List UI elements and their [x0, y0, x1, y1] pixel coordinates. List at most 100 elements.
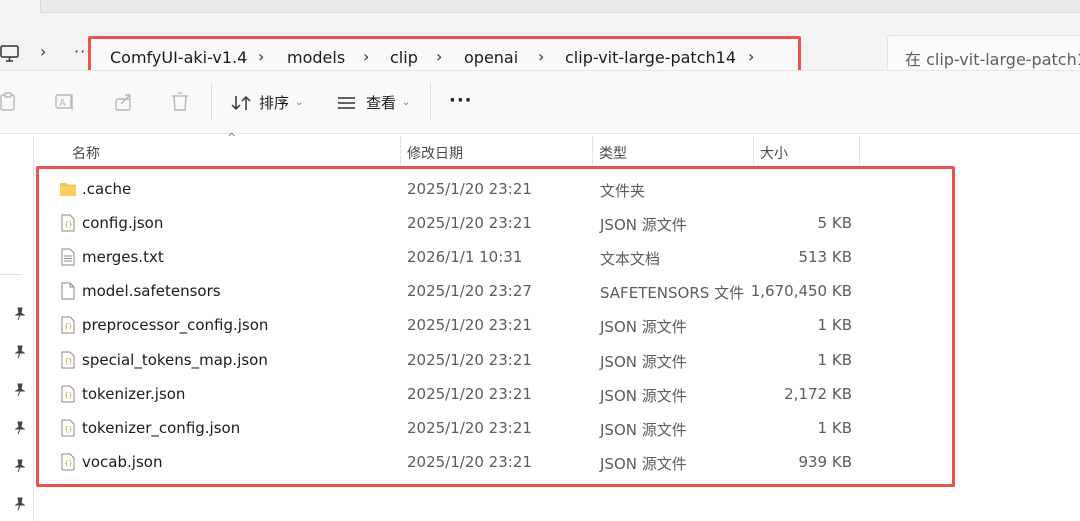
file-date: 2025/1/20 23:21 [407, 418, 532, 437]
nav-divider [0, 274, 22, 275]
file-type: JSON 源文件 [600, 420, 687, 439]
file-date: 2025/1/20 23:21 [407, 384, 532, 403]
svg-text:{}: {} [64, 459, 72, 467]
file-date: 2025/1/20 23:21 [407, 214, 532, 233]
breadcrumb-item-models[interactable]: models [287, 48, 345, 67]
view-label: 查看 [366, 94, 397, 112]
search-input[interactable]: 在 clip-vit-large-patch14 [887, 35, 1080, 75]
address-row: › ··· ComfyUI-aki-v1.4 › models › clip ›… [0, 14, 1080, 78]
sort-icon [231, 95, 251, 110]
chevron-down-icon: ⌄ [295, 97, 304, 108]
chevron-right-icon[interactable]: › [40, 42, 46, 61]
breadcrumb-item-openai[interactable]: openai [464, 48, 518, 67]
paste-icon[interactable] [0, 91, 20, 113]
file-row[interactable]: {} tokenizer_config.json 2025/1/20 23:21 JS… [39, 411, 952, 445]
file-date: 2025/1/20 23:21 [407, 350, 532, 369]
json-file-icon: {} [59, 351, 77, 369]
svg-text:A: A [59, 98, 66, 109]
file-size: 939 KB [798, 452, 852, 471]
column-type[interactable]: 类型 [599, 143, 627, 163]
file-name: config.json [82, 214, 164, 233]
view-icon [338, 96, 355, 109]
json-file-icon: {} [59, 214, 77, 232]
rename-icon[interactable]: A [54, 91, 76, 113]
file-row[interactable]: model.safetensors 2025/1/20 23:27 SAFETENS… [39, 274, 952, 308]
file-list: .cache 2025/1/20 23:21 文件夹 {} config.json 202… [36, 166, 955, 487]
column-divider[interactable] [592, 135, 593, 165]
pin-icon[interactable] [13, 345, 27, 359]
file-size: 513 KB [798, 248, 852, 267]
column-divider[interactable] [753, 135, 754, 165]
search-placeholder: 在 clip-vit-large-patch14 [905, 50, 1080, 69]
pin-icon[interactable] [13, 421, 27, 435]
json-file-icon: {} [59, 316, 77, 334]
file-size: 1 KB [817, 418, 852, 437]
file-date: 2025/1/20 23:21 [407, 180, 532, 198]
column-divider[interactable] [400, 135, 401, 165]
file-name: vocab.json [82, 452, 163, 471]
chevron-right-icon[interactable]: › [748, 47, 754, 66]
text-file-icon [59, 248, 77, 266]
delete-icon[interactable] [169, 91, 191, 113]
file-row[interactable]: .cache 2025/1/20 23:21 文件夹 [39, 172, 952, 206]
file-row[interactable]: {} preprocessor_config.json 2025/1/20 23:2… [39, 308, 952, 342]
file-date: 2025/1/20 23:21 [407, 316, 532, 335]
tab-strip-edge [40, 0, 1080, 13]
file-name: merges.txt [82, 248, 164, 267]
navigation-pane [0, 135, 34, 521]
more-options-button[interactable]: ··· [449, 90, 473, 111]
column-date[interactable]: 修改日期 [407, 143, 463, 163]
column-header: ^ 名称 修改日期 类型 大小 [35, 131, 1080, 167]
file-name: special_tokens_map.json [82, 350, 268, 369]
this-pc-icon[interactable] [0, 44, 20, 64]
file-row[interactable]: merges.txt 2026/1/1 10:31 文本文档 513 KB [39, 240, 952, 274]
breadcrumb-item-root[interactable]: ComfyUI-aki-v1.4 [110, 48, 247, 67]
file-size: 5 KB [817, 214, 852, 233]
svg-text:{}: {} [64, 323, 72, 331]
svg-text:{}: {} [64, 425, 72, 433]
file-row[interactable]: {} special_tokens_map.json 2025/1/20 23:21… [39, 343, 952, 377]
column-size[interactable]: 大小 [760, 143, 788, 163]
sort-label: 排序 [259, 94, 290, 112]
toolbar-divider [211, 83, 212, 121]
file-row[interactable]: {} tokenizer.json 2025/1/20 23:21 JSON 源文件 2… [39, 377, 952, 411]
chevron-right-icon[interactable]: › [538, 47, 544, 66]
column-divider[interactable] [859, 135, 860, 165]
command-bar: A 排序 ⌄ 查看 ⌄ ··· [0, 70, 1080, 134]
file-name: tokenizer_config.json [82, 418, 241, 437]
file-size: 1,670,450 KB [750, 282, 852, 301]
file-row[interactable]: {} config.json 2025/1/20 23:21 JSON 源文件 5 KB [39, 206, 952, 240]
file-date: 2025/1/20 23:27 [407, 282, 532, 301]
file-type: JSON 源文件 [600, 454, 687, 473]
chevron-right-icon[interactable]: › [436, 47, 442, 66]
file-type: JSON 源文件 [600, 318, 687, 337]
file-size: 1 KB [817, 316, 852, 335]
chevron-right-icon[interactable]: › [363, 47, 369, 66]
chevron-down-icon: ⌄ [402, 97, 411, 108]
pin-icon[interactable] [13, 497, 27, 511]
json-file-icon: {} [59, 385, 77, 403]
sort-caret-icon: ^ [227, 131, 237, 144]
column-name[interactable]: 名称 [72, 143, 100, 163]
title-bar [0, 0, 1080, 14]
pin-icon[interactable] [13, 307, 27, 321]
view-button[interactable]: 查看 ⌄ [337, 92, 410, 113]
file-type: JSON 源文件 [600, 352, 687, 371]
breadcrumb-item-current[interactable]: clip-vit-large-patch14 [565, 48, 736, 67]
file-name: .cache [82, 180, 132, 198]
pin-icon[interactable] [13, 459, 27, 473]
file-date: 2025/1/20 23:21 [407, 452, 532, 471]
share-icon[interactable] [113, 91, 135, 113]
pin-icon[interactable] [13, 383, 27, 397]
file-size: 1 KB [817, 350, 852, 369]
file-name: model.safetensors [82, 282, 221, 301]
breadcrumb-item-clip[interactable]: clip [390, 48, 418, 67]
file-size: 2,172 KB [784, 384, 852, 403]
json-file-icon: {} [59, 419, 77, 437]
chevron-right-icon[interactable]: › [258, 47, 264, 66]
file-type: 文件夹 [600, 182, 646, 200]
file-row[interactable]: {} vocab.json 2025/1/20 23:21 JSON 源文件 939 K… [39, 445, 952, 479]
file-type: 文本文档 [600, 250, 661, 269]
svg-text:{}: {} [64, 221, 72, 229]
sort-button[interactable]: 排序 ⌄ [231, 92, 303, 113]
